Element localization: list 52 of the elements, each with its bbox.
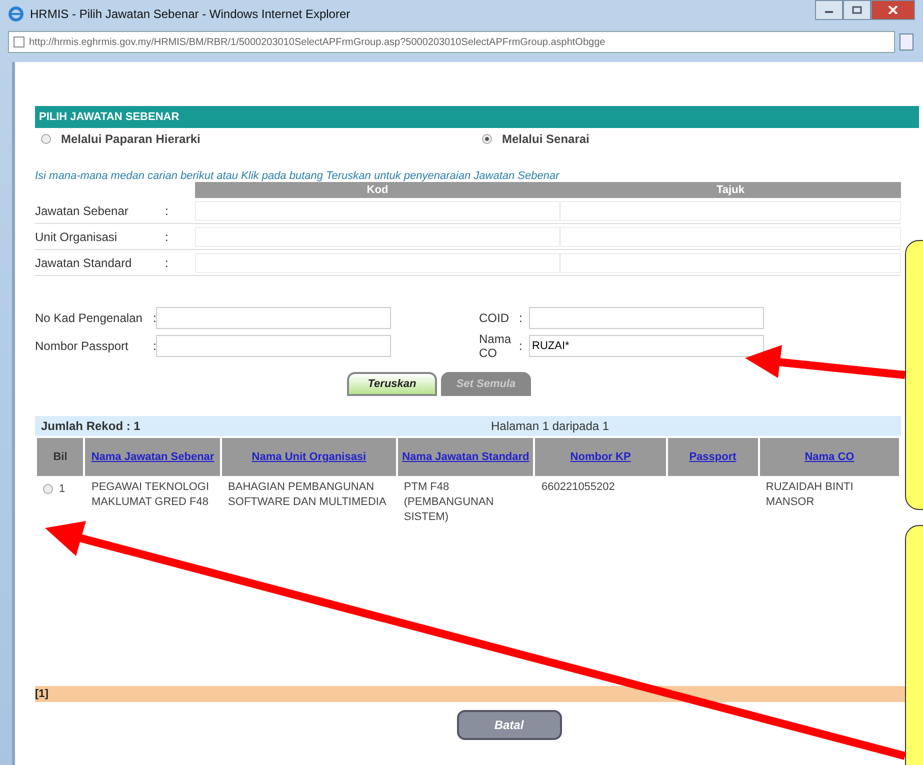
colon: : xyxy=(165,204,170,218)
colon: : xyxy=(519,311,524,325)
maximize-icon xyxy=(852,6,862,14)
table-cell-text: BAHAGIAN PEMBANGUNAN SOFTWARE DAN MULTIMEDIA xyxy=(227,480,388,510)
table-cell-text: PEGAWAI TEKNOLOGI MAKLUMAT GRED F48 xyxy=(90,480,210,510)
field-label: Nombor Passport xyxy=(35,339,130,353)
field-label: Unit Organisasi xyxy=(35,230,118,244)
table-cell-text: 660221055202 xyxy=(540,480,616,495)
colon: : xyxy=(153,311,156,325)
table-cell: 1 xyxy=(37,478,84,554)
section-header: PILIH JAWATAN SEBENAR xyxy=(35,106,919,128)
document-icon xyxy=(899,33,915,51)
column-header-link[interactable]: Nama Jawatan Sebenar xyxy=(85,438,220,476)
column-header-link[interactable]: Nama Unit Organisasi xyxy=(222,438,396,476)
column-header: Tajuk xyxy=(560,182,901,198)
radio-option[interactable]: Melalui Paparan Hierarki xyxy=(41,132,482,146)
input-field[interactable] xyxy=(529,307,764,329)
field-label: No Kad Pengenalan xyxy=(35,311,144,325)
record-count: Jumlah Rekod : 1 xyxy=(40,419,142,433)
colon: : xyxy=(153,339,156,353)
field-label: Jawatan Standard xyxy=(35,256,133,270)
column-header: Bil xyxy=(37,438,84,476)
input-field[interactable] xyxy=(156,307,392,329)
colon: : xyxy=(519,339,524,353)
input-field[interactable] xyxy=(156,335,392,357)
cancel-button[interactable]: Batal xyxy=(456,710,562,740)
field-label: COID xyxy=(479,311,510,325)
table-cell-text: RUZAIDAH BINTI MANSOR xyxy=(764,480,854,510)
field-label: Jawatan Sebenar xyxy=(35,204,130,218)
browser-icon xyxy=(8,6,24,22)
column-header: Kod xyxy=(195,182,560,198)
colon: : xyxy=(165,256,170,270)
maximize-button[interactable] xyxy=(843,0,871,20)
page-info: Halaman 1 daripada 1 xyxy=(490,419,610,433)
column-header-link[interactable]: Passport xyxy=(668,438,758,476)
close-icon xyxy=(888,6,898,14)
column-header-link[interactable]: Nombor KP xyxy=(535,438,666,476)
window-title: HRMIS - Pilih Jawatan Sebenar - Windows Internet Explorer xyxy=(30,7,352,21)
column-header-link[interactable]: Nama Jawatan Standard xyxy=(398,438,534,476)
minimize-button[interactable] xyxy=(815,0,843,20)
close-button[interactable] xyxy=(871,0,915,20)
column-header-link[interactable]: Nama CO xyxy=(760,438,899,476)
field-label: Nama CO xyxy=(479,332,512,360)
address-field[interactable]: http://hrmis.eghrmis.gov.my/HRMIS/BM/RBR/1/5000203010SelectAPFrmGroup.asp?5000203010SelectAPFrmGroup.asphtObgge xyxy=(8,31,895,53)
page-icon xyxy=(13,36,25,48)
colon: : xyxy=(165,230,170,244)
radio-option[interactable]: Melalui Senarai xyxy=(482,132,923,146)
input-field[interactable]: RUZAI* xyxy=(529,335,764,357)
instruction-text: Isi mana-mana medan carian berikut atau Klik pada butang Teruskan untuk penyenaraian Jawatan Sebenar xyxy=(35,170,561,182)
table-cell-text: PTM F48 (PEMBANGUNAN SISTEM) xyxy=(402,480,495,525)
action-button[interactable]: Teruskan xyxy=(347,372,437,396)
page-link[interactable]: [1] xyxy=(35,688,48,700)
